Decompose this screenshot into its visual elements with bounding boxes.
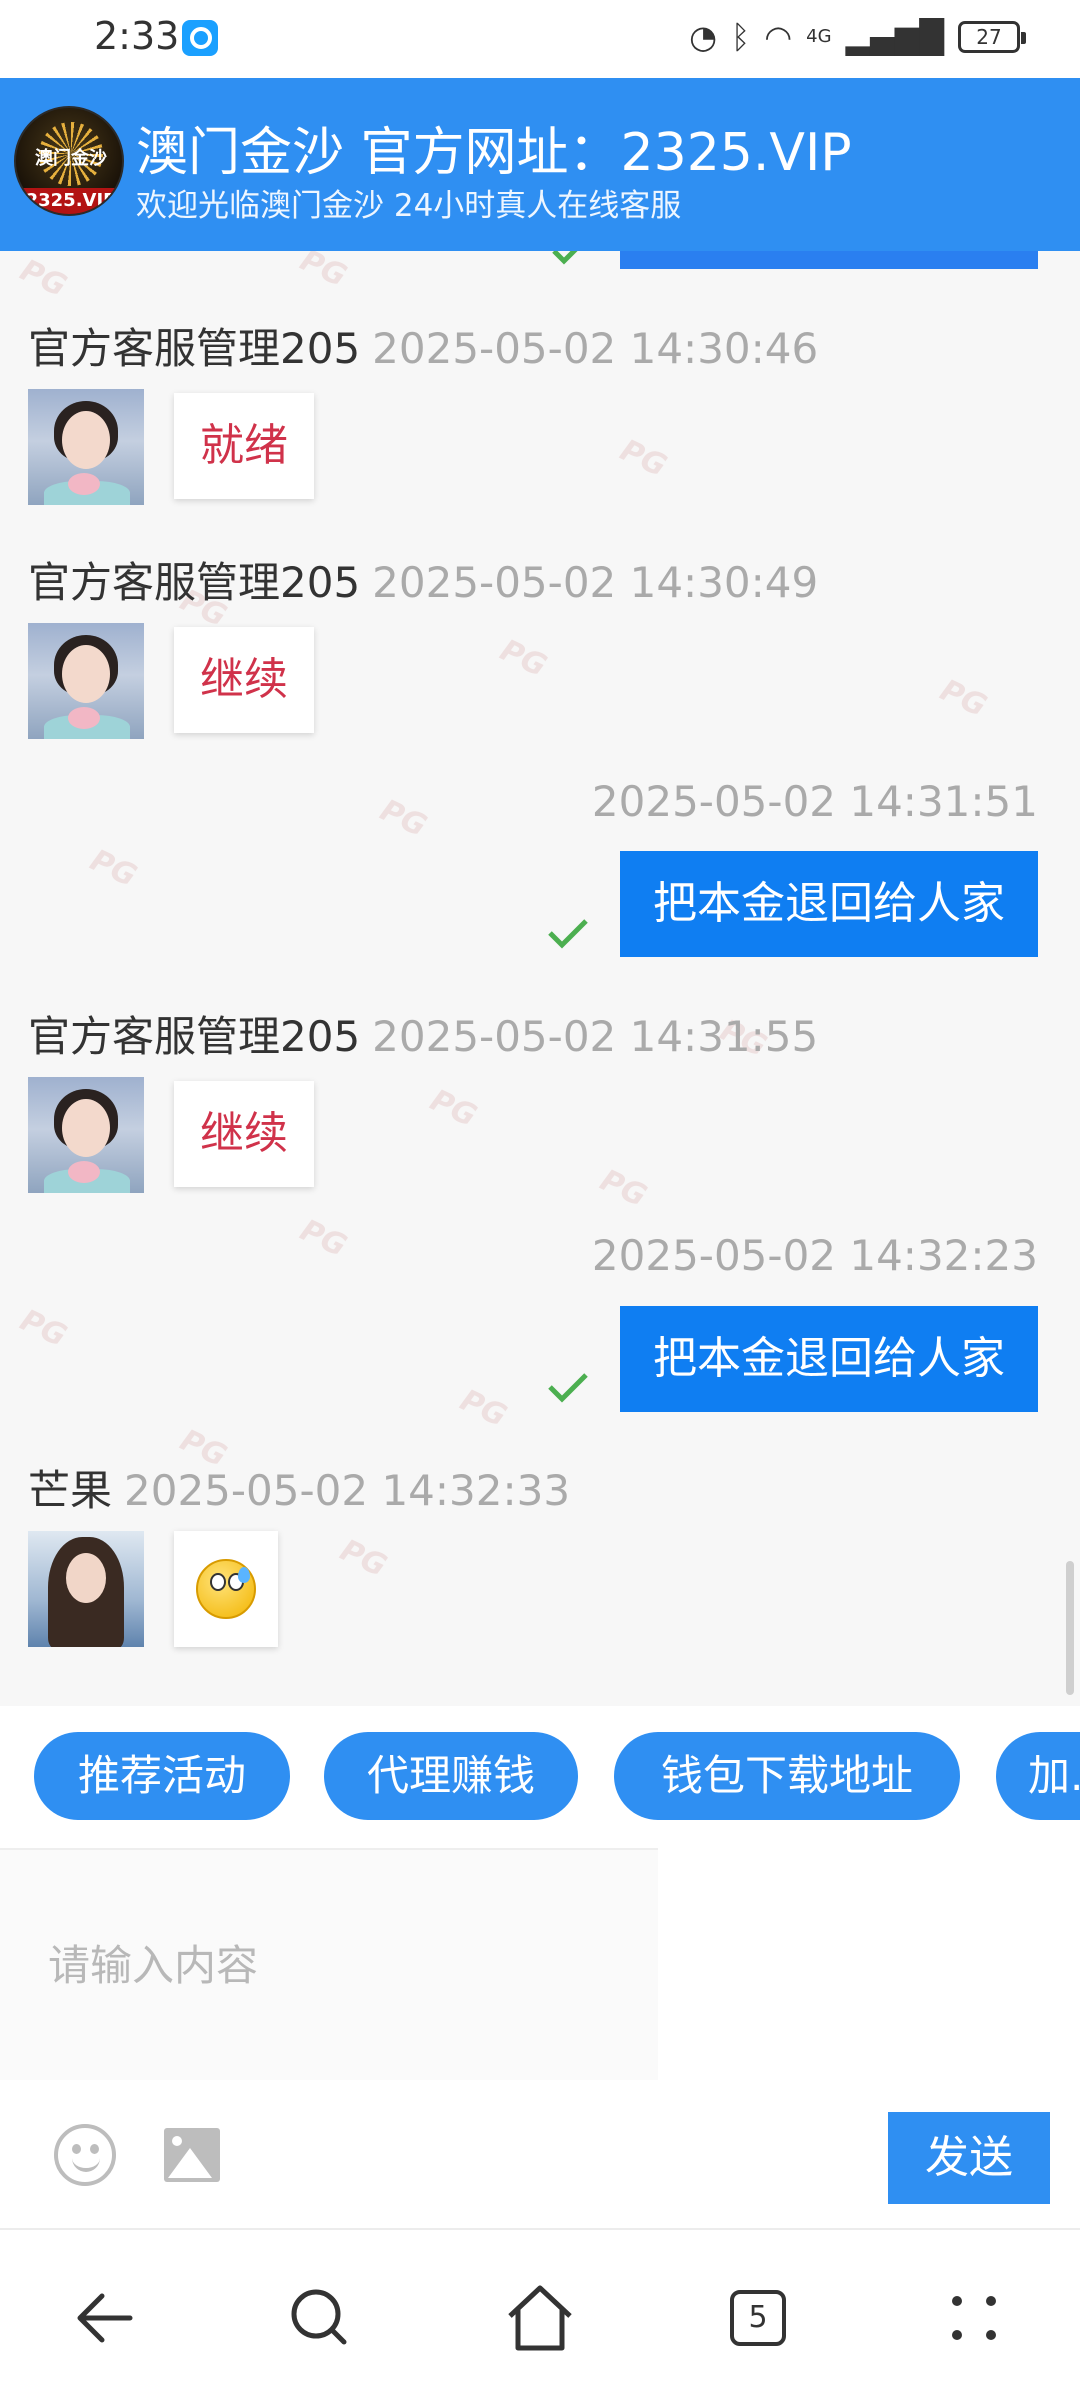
watermark: PG bbox=[294, 1212, 352, 1265]
logo-subtext: 2325.VIP bbox=[16, 188, 122, 214]
message-bubble-incoming[interactable]: 就绪 bbox=[174, 393, 314, 499]
status-indicators: ◔ ᛒ ◠ 4G ▂▄▆█ 27 bbox=[689, 18, 1026, 56]
chat-header: 澳门金沙 2325.VIP 澳门金沙 官方网址：2325.VIP 欢迎光临澳门金… bbox=[0, 78, 1080, 251]
sender-name: 官方客服管理205 bbox=[28, 558, 361, 607]
message-bubble-outgoing[interactable]: 把本金退回给人家 bbox=[620, 1306, 1038, 1412]
message-meta: 芒果 2025-05-02 14:32:33 bbox=[28, 1457, 570, 1518]
message-timestamp: 2025-05-02 14:30:46 bbox=[372, 324, 819, 373]
status-bar: 2:33 ◔ ᛒ ◠ 4G ▂▄▆█ 27 bbox=[0, 0, 1080, 78]
message-bubble-emoji[interactable] bbox=[174, 1531, 278, 1647]
quick-reply-chip[interactable]: 加... bbox=[996, 1732, 1080, 1820]
watermark: PG bbox=[84, 842, 142, 895]
signal-icon: ▂▄▆█ bbox=[845, 18, 944, 56]
watermark: PG bbox=[594, 1162, 652, 1215]
header-title: 澳门金沙 官方网址：2325.VIP bbox=[136, 123, 852, 183]
message-input[interactable] bbox=[0, 1850, 658, 2082]
message-bubble-incoming[interactable]: 继续 bbox=[174, 1081, 314, 1187]
watermark: PG bbox=[424, 1082, 482, 1135]
message-meta: 官方客服管理205 2025-05-02 14:30:49 bbox=[28, 549, 818, 610]
logo-text: 澳门金沙 bbox=[35, 148, 107, 169]
battery-icon: 27 bbox=[958, 21, 1026, 53]
check-icon bbox=[552, 251, 578, 265]
network-label: 4G bbox=[806, 26, 832, 47]
menu-icon[interactable] bbox=[934, 2278, 1014, 2358]
sender-name: 芒果 bbox=[28, 1466, 113, 1515]
message-timestamp: 2025-05-02 14:31:55 bbox=[372, 1012, 819, 1061]
avatar-service[interactable] bbox=[28, 389, 144, 505]
quick-reply-chip[interactable]: 代理赚钱 bbox=[324, 1732, 578, 1820]
watermark: PG bbox=[294, 251, 352, 295]
scrollbar[interactable] bbox=[1066, 1561, 1074, 1695]
sweat-emoji-icon bbox=[196, 1559, 256, 1619]
check-icon bbox=[548, 919, 588, 949]
watermark: PG bbox=[14, 252, 72, 305]
message-meta: 官方客服管理205 2025-05-02 14:30:46 bbox=[28, 315, 818, 376]
watermark: PG bbox=[334, 1532, 392, 1585]
sender-name: 官方客服管理205 bbox=[28, 1012, 361, 1061]
image-upload-icon[interactable] bbox=[164, 2128, 220, 2182]
chat-message-list[interactable]: PG PG PG PG PG PG PG PG PG PG PG PG PG P… bbox=[0, 251, 1080, 1706]
message-timestamp: 2025-05-02 14:30:49 bbox=[372, 558, 819, 607]
quick-reply-chip[interactable]: 钱包下载地址 bbox=[614, 1732, 960, 1820]
message-meta: 官方客服管理205 2025-05-02 14:31:55 bbox=[28, 1003, 818, 1064]
message-timestamp: 2025-05-02 14:32:23 bbox=[591, 1231, 1038, 1280]
watermark: PG bbox=[934, 672, 992, 725]
status-time: 2:33 bbox=[94, 14, 180, 58]
check-icon bbox=[548, 1373, 588, 1403]
avatar-user[interactable] bbox=[28, 1531, 144, 1647]
speed-icon: ◔ bbox=[689, 18, 718, 56]
avatar-service[interactable] bbox=[28, 623, 144, 739]
home-icon[interactable] bbox=[500, 2278, 580, 2358]
message-timestamp: 2025-05-02 14:31:51 bbox=[591, 777, 1038, 826]
avatar-service[interactable] bbox=[28, 1077, 144, 1193]
watermark: PG bbox=[614, 432, 672, 485]
quick-reply-bar[interactable]: 推荐活动 代理赚钱 钱包下载地址 加... bbox=[0, 1706, 1080, 1848]
bluetooth-icon: ᛒ bbox=[731, 18, 751, 56]
composer: 发送 bbox=[0, 1848, 1080, 2228]
message-input-container bbox=[0, 1848, 658, 2082]
watermark: PG bbox=[14, 1302, 72, 1355]
back-icon[interactable] bbox=[68, 2278, 148, 2358]
tabs-count: 5 bbox=[730, 2290, 786, 2346]
emoji-picker-icon[interactable] bbox=[54, 2124, 116, 2186]
watermark: PG bbox=[374, 792, 432, 845]
sender-name: 官方客服管理205 bbox=[28, 324, 361, 373]
wifi-icon: ◠ bbox=[764, 18, 793, 56]
browser-nav-bar: 5 bbox=[0, 2228, 1080, 2400]
message-timestamp: 2025-05-02 14:32:33 bbox=[124, 1466, 571, 1515]
message-bubble-outgoing-partial bbox=[620, 251, 1038, 269]
search-app-icon bbox=[182, 20, 218, 56]
brand-logo: 澳门金沙 2325.VIP bbox=[14, 106, 124, 216]
watermark: PG bbox=[454, 1382, 512, 1435]
send-button[interactable]: 发送 bbox=[888, 2112, 1050, 2204]
quick-reply-chip[interactable]: 推荐活动 bbox=[34, 1732, 290, 1820]
search-icon[interactable] bbox=[280, 2278, 360, 2358]
header-subtitle: 欢迎光临澳门金沙 24小时真人在线客服 bbox=[136, 188, 682, 224]
message-bubble-incoming[interactable]: 继续 bbox=[174, 627, 314, 733]
message-bubble-outgoing[interactable]: 把本金退回给人家 bbox=[620, 851, 1038, 957]
watermark: PG bbox=[494, 632, 552, 685]
tabs-button[interactable]: 5 bbox=[718, 2278, 798, 2358]
